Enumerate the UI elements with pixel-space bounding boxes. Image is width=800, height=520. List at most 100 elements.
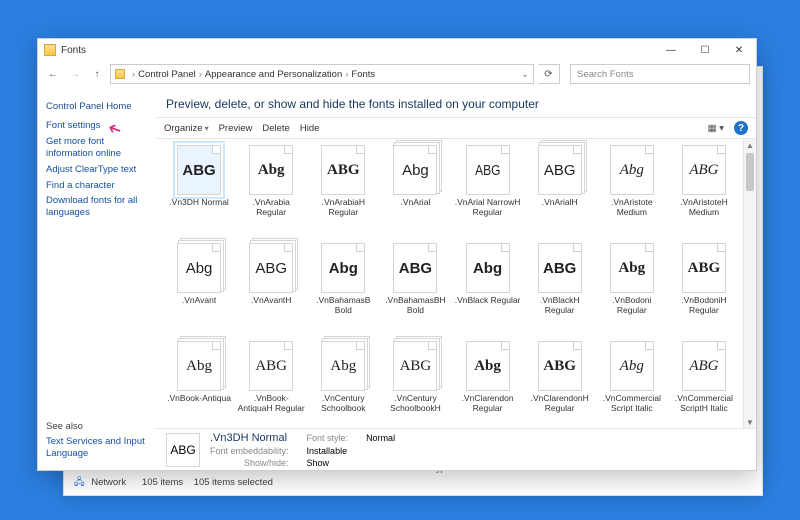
font-label: .VnBodoniH Regular xyxy=(669,296,739,316)
font-thumbnail: Abg xyxy=(610,243,654,293)
font-sample: Abg xyxy=(186,261,213,276)
maximize-button[interactable]: ☐ xyxy=(688,39,722,61)
window-title: Fonts xyxy=(61,45,86,56)
font-sample: ABG xyxy=(544,163,576,178)
font-label: .VnBook-AntiquaH Regular xyxy=(236,394,306,414)
organize-menu[interactable]: Organize▾ xyxy=(164,123,209,134)
minimize-button[interactable]: — xyxy=(654,39,688,61)
help-button[interactable]: ? xyxy=(734,121,748,135)
font-thumbnail: ABG xyxy=(321,145,365,195)
back-button[interactable]: ← xyxy=(44,65,62,83)
font-item[interactable]: ABG.Vn3DH Normal xyxy=(164,145,234,239)
font-item[interactable]: Abg.VnCommercial Script Italic xyxy=(597,341,667,428)
font-label: .VnCommercial ScriptH Italic xyxy=(669,394,739,414)
sidebar-link-cleartype[interactable]: Adjust ClearType text xyxy=(46,164,148,176)
font-sample: Abg xyxy=(473,261,502,276)
font-item[interactable]: ABG.VnAristoteH Medium xyxy=(669,145,739,239)
titlebar[interactable]: Fonts — ☐ ✕ xyxy=(38,39,756,61)
scrollbar[interactable]: ▲ ▼ xyxy=(743,139,756,428)
scroll-thumb[interactable] xyxy=(746,153,754,191)
font-label: .VnAvantH xyxy=(250,296,292,306)
font-item[interactable]: ABG .VnBodoniH Regular xyxy=(669,243,739,337)
font-item[interactable]: Abg.VnArial xyxy=(380,145,450,239)
refresh-button[interactable]: ⟳ xyxy=(538,64,560,84)
breadcrumb[interactable]: › Control Panel › Appearance and Persona… xyxy=(110,64,534,84)
font-item[interactable]: ABG .VnArialH xyxy=(525,145,595,239)
font-item[interactable]: Abg.VnArabia Regular xyxy=(236,145,306,239)
font-thumbnail: Abg xyxy=(177,341,221,391)
sidebar-link-download[interactable]: Download fonts for all languages xyxy=(46,195,148,219)
hide-button[interactable]: Hide xyxy=(300,123,320,134)
font-item[interactable]: Abg .VnBahamasB Bold xyxy=(308,243,378,337)
font-item[interactable]: ABG .VnAvantH xyxy=(236,243,306,337)
breadcrumb-part[interactable]: Appearance and Personalization xyxy=(205,69,342,80)
font-sample: ABG xyxy=(689,359,718,374)
font-item[interactable]: Abg.VnClarendon Regular xyxy=(453,341,523,428)
font-sample: ABG xyxy=(689,163,718,178)
view-icon[interactable]: ▦ ▾ xyxy=(708,123,724,134)
font-thumbnail: Abg xyxy=(321,243,365,293)
font-sample: ABG xyxy=(255,261,287,276)
font-label: .VnClarendonH Regular xyxy=(525,394,595,414)
search-input[interactable] xyxy=(575,68,745,81)
control-panel-home-link[interactable]: Control Panel Home xyxy=(46,101,148,112)
font-thumbnail: ABG xyxy=(393,243,437,293)
font-label: .VnArialH xyxy=(541,198,579,208)
breadcrumb-part[interactable]: Fonts xyxy=(351,69,375,80)
font-item[interactable]: ABG .VnBook-AntiquaH Regular xyxy=(236,341,306,428)
font-item[interactable]: ABG.VnBlackH Regular xyxy=(525,243,595,337)
breadcrumb-part[interactable]: Control Panel xyxy=(138,69,196,80)
font-thumbnail: ABG xyxy=(538,145,582,195)
font-thumbnail: ABG xyxy=(682,145,726,195)
font-label: .VnBahamasB Bold xyxy=(308,296,378,316)
details-thumb: ABG xyxy=(166,433,200,467)
sidebar: Control Panel Home Font settings ➔ Get m… xyxy=(38,87,156,470)
sidebar-link-more-info[interactable]: Get more font information online xyxy=(46,136,148,160)
close-button[interactable]: ✕ xyxy=(722,39,756,61)
sidebar-link-character[interactable]: Find a character xyxy=(46,180,148,192)
font-item[interactable]: Abg.VnBook-Antiqua xyxy=(164,341,234,428)
see-also-heading: See also xyxy=(46,421,148,432)
details-showhide-value: Show xyxy=(307,458,349,468)
scroll-down-icon[interactable]: ▼ xyxy=(744,416,756,428)
delete-button[interactable]: Delete xyxy=(262,123,289,134)
font-thumbnail: Abg xyxy=(249,145,293,195)
font-item[interactable]: ABG.VnCentury SchoolbookH xyxy=(380,341,450,428)
folder-icon xyxy=(44,44,56,56)
font-item[interactable]: Abg.VnAvant xyxy=(164,243,234,337)
details-style-label: Font style: xyxy=(307,433,349,443)
font-thumbnail: ABG xyxy=(682,243,726,293)
font-item[interactable]: Abg.VnCentury Schoolbook xyxy=(308,341,378,428)
search-box[interactable] xyxy=(570,64,750,84)
font-sample: Abg xyxy=(329,261,358,276)
font-thumbnail: ABG xyxy=(393,341,437,391)
scroll-up-icon[interactable]: ▲ xyxy=(744,139,756,151)
chevron-down-icon[interactable]: ⌄ xyxy=(521,69,529,80)
font-thumbnail: Abg xyxy=(177,243,221,293)
font-item[interactable]: Abg.VnBodoni Regular xyxy=(597,243,667,337)
font-thumbnail: ABG xyxy=(466,145,510,195)
font-label: .VnArial NarrowH Regular xyxy=(453,198,523,218)
font-item[interactable]: Abg.VnBlack Regular xyxy=(453,243,523,337)
font-item[interactable]: ABG .VnCommercial ScriptH Italic xyxy=(669,341,739,428)
font-item[interactable]: ABG.VnArabiaH Regular xyxy=(308,145,378,239)
font-item[interactable]: ABG .VnArial NarrowH Regular xyxy=(453,145,523,239)
font-sample: ABG xyxy=(255,359,287,374)
font-item[interactable]: Abg.VnAristote Medium xyxy=(597,145,667,239)
forward-button[interactable]: → xyxy=(66,65,84,83)
nav-row: ← → ↑ › Control Panel › Appearance and P… xyxy=(38,61,756,87)
font-sample: ABG xyxy=(475,163,500,178)
font-item[interactable]: ABG.VnBahamasBH Bold xyxy=(380,243,450,337)
up-button[interactable]: ↑ xyxy=(88,65,106,83)
font-item[interactable]: ABG .VnClarendonH Regular xyxy=(525,341,595,428)
sidebar-link-seealso[interactable]: Text Services and Input Language xyxy=(46,436,148,460)
font-thumbnail: Abg xyxy=(321,341,365,391)
font-label: .VnAristote Medium xyxy=(597,198,667,218)
preview-button[interactable]: Preview xyxy=(219,123,253,134)
sidebar-link-font-settings[interactable]: Font settings xyxy=(46,120,148,132)
font-sample: Abg xyxy=(186,359,212,374)
toolbar: Organize▾ Preview Delete Hide ▦ ▾ ? xyxy=(156,117,756,139)
font-thumbnail: ABG xyxy=(538,341,582,391)
font-thumbnail: ABG xyxy=(177,145,221,195)
font-sample: Abg xyxy=(618,261,645,276)
